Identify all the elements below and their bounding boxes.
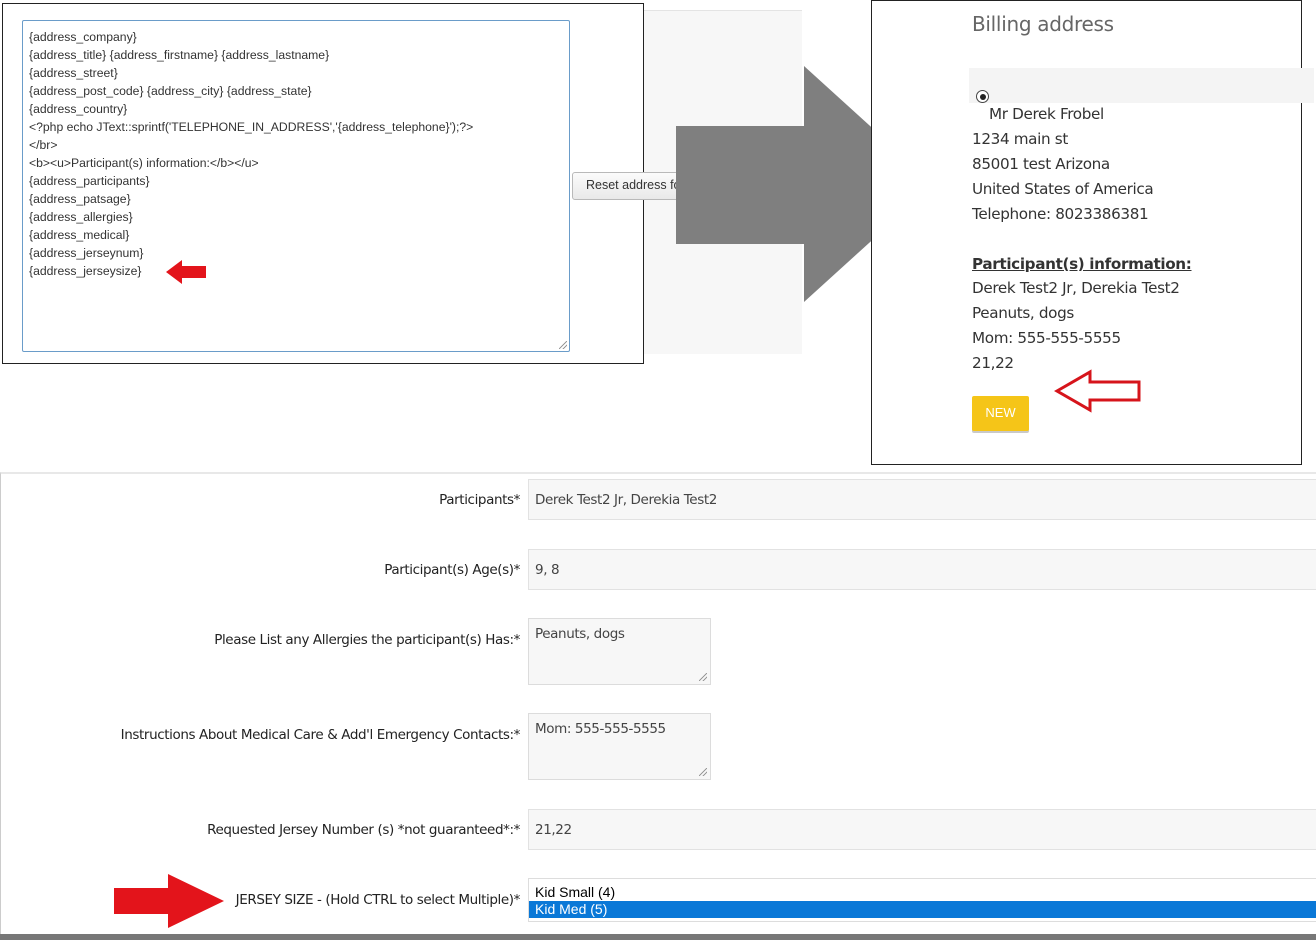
billing-jersey-numbers: 21,22 [972,354,1014,372]
allergies-label: Please List any Allergies the participan… [214,632,520,648]
jersey-number-input[interactable]: 21,22 [528,809,1316,850]
form-bottom-bar [0,934,1316,940]
ages-label: Participant(s) Age(s)* [384,562,520,578]
template-line: <b><u>Participant(s) information:</b></u… [29,156,259,170]
resize-grip-icon[interactable] [559,341,567,349]
billing-country: United States of America [972,180,1154,198]
medical-textarea[interactable]: Mom: 555-555-5555 [528,713,711,780]
medical-label: Instructions About Medical Care & Add'l … [120,727,521,743]
template-editor-panel: {address_company} {address_title} {addre… [2,3,644,364]
red-arrow-icon [166,260,206,284]
template-line: {address_participants} [29,174,150,188]
medical-value: Mom: 555-555-5555 [535,721,666,737]
template-line: {address_allergies} [29,210,133,224]
resize-grip-icon[interactable] [699,768,707,776]
billing-city-line: 85001 test Arizona [972,155,1110,173]
ages-input[interactable]: 9, 8 [528,549,1316,590]
jersey-size-select[interactable]: Kid Small (4) Kid Med (5) [528,878,1316,922]
template-line: {address_company} [29,30,137,44]
resize-grip-icon[interactable] [699,673,707,681]
template-line: {address_street} [29,66,118,80]
billing-allergies: Peanuts, dogs [972,304,1074,322]
template-line: {address_medical} [29,228,130,242]
outline-arrow-icon [1054,369,1141,413]
new-badge: NEW [972,396,1029,431]
template-line: {address_patsage} [29,192,131,206]
billing-telephone: Telephone: 8023386381 [972,205,1149,223]
participants-heading: Participant(s) information: [972,255,1192,273]
jersey-size-option-selected[interactable]: Kid Med (5) [529,901,1316,918]
billing-street: 1234 main st [972,130,1068,148]
red-arrow-icon [114,874,224,928]
jersey-size-label: JERSEY SIZE - (Hold CTRL to select Multi… [235,892,521,908]
billing-participants: Derek Test2 Jr, Derekia Test2 [972,279,1180,297]
jersey-size-option[interactable]: Kid Small (4) [529,884,1316,901]
address-option-strip [969,68,1314,103]
template-line: {address_post_code} {address_city} {addr… [29,84,312,98]
template-line: {address_country} [29,102,128,116]
participants-label: Participants* [439,492,520,508]
template-line: <?php echo JText::sprintf('TELEPHONE_IN_… [29,120,474,134]
participants-input[interactable]: Derek Test2 Jr, Derekia Test2 [528,479,1316,520]
billing-medical: Mom: 555-555-5555 [972,329,1121,347]
jersey-number-label: Requested Jersey Number (s) *not guarant… [207,822,520,838]
allergies-textarea[interactable]: Peanuts, dogs [528,618,711,685]
address-template-textarea[interactable]: {address_company} {address_title} {addre… [22,20,570,352]
participant-form-panel [0,472,1316,940]
billing-title: Billing address [972,12,1114,36]
template-line: {address_jerseysize} [29,264,142,278]
billing-name: Mr Derek Frobel [989,105,1104,123]
reset-address-format-button[interactable]: Reset address fo [572,172,682,200]
template-line: {address_jerseynum} [29,246,144,260]
template-line: {address_title} {address_firstname} {add… [29,48,330,62]
radio-selected-icon[interactable] [976,90,989,103]
template-line: </br> [29,138,58,152]
allergies-value: Peanuts, dogs [535,626,625,642]
